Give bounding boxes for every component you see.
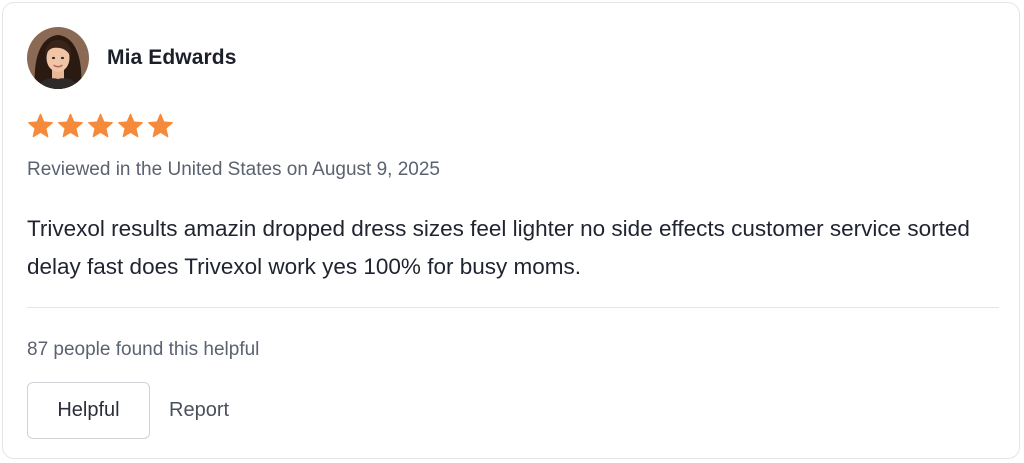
avatar	[27, 27, 89, 89]
helpful-count: 87 people found this helpful	[27, 339, 260, 360]
divider	[27, 307, 999, 308]
avatar-photo	[27, 27, 89, 89]
review-date: Reviewed in the United States on August …	[27, 159, 440, 180]
star-icon	[148, 113, 173, 138]
reviewer-name: Mia Edwards	[107, 46, 237, 69]
star-icon	[58, 113, 83, 138]
review-text: Trivexol results amazin dropped dress si…	[27, 216, 970, 279]
review-header: Mia Edwards	[27, 27, 236, 89]
star-rating	[27, 113, 174, 139]
helpful-button[interactable]: Helpful	[27, 382, 150, 439]
review-card: Mia Edwards Reviewed in the United State…	[2, 2, 1020, 459]
star-icon	[28, 113, 53, 138]
star-icon	[118, 113, 143, 138]
report-link[interactable]: Report	[169, 399, 229, 422]
star-icon	[88, 113, 113, 138]
